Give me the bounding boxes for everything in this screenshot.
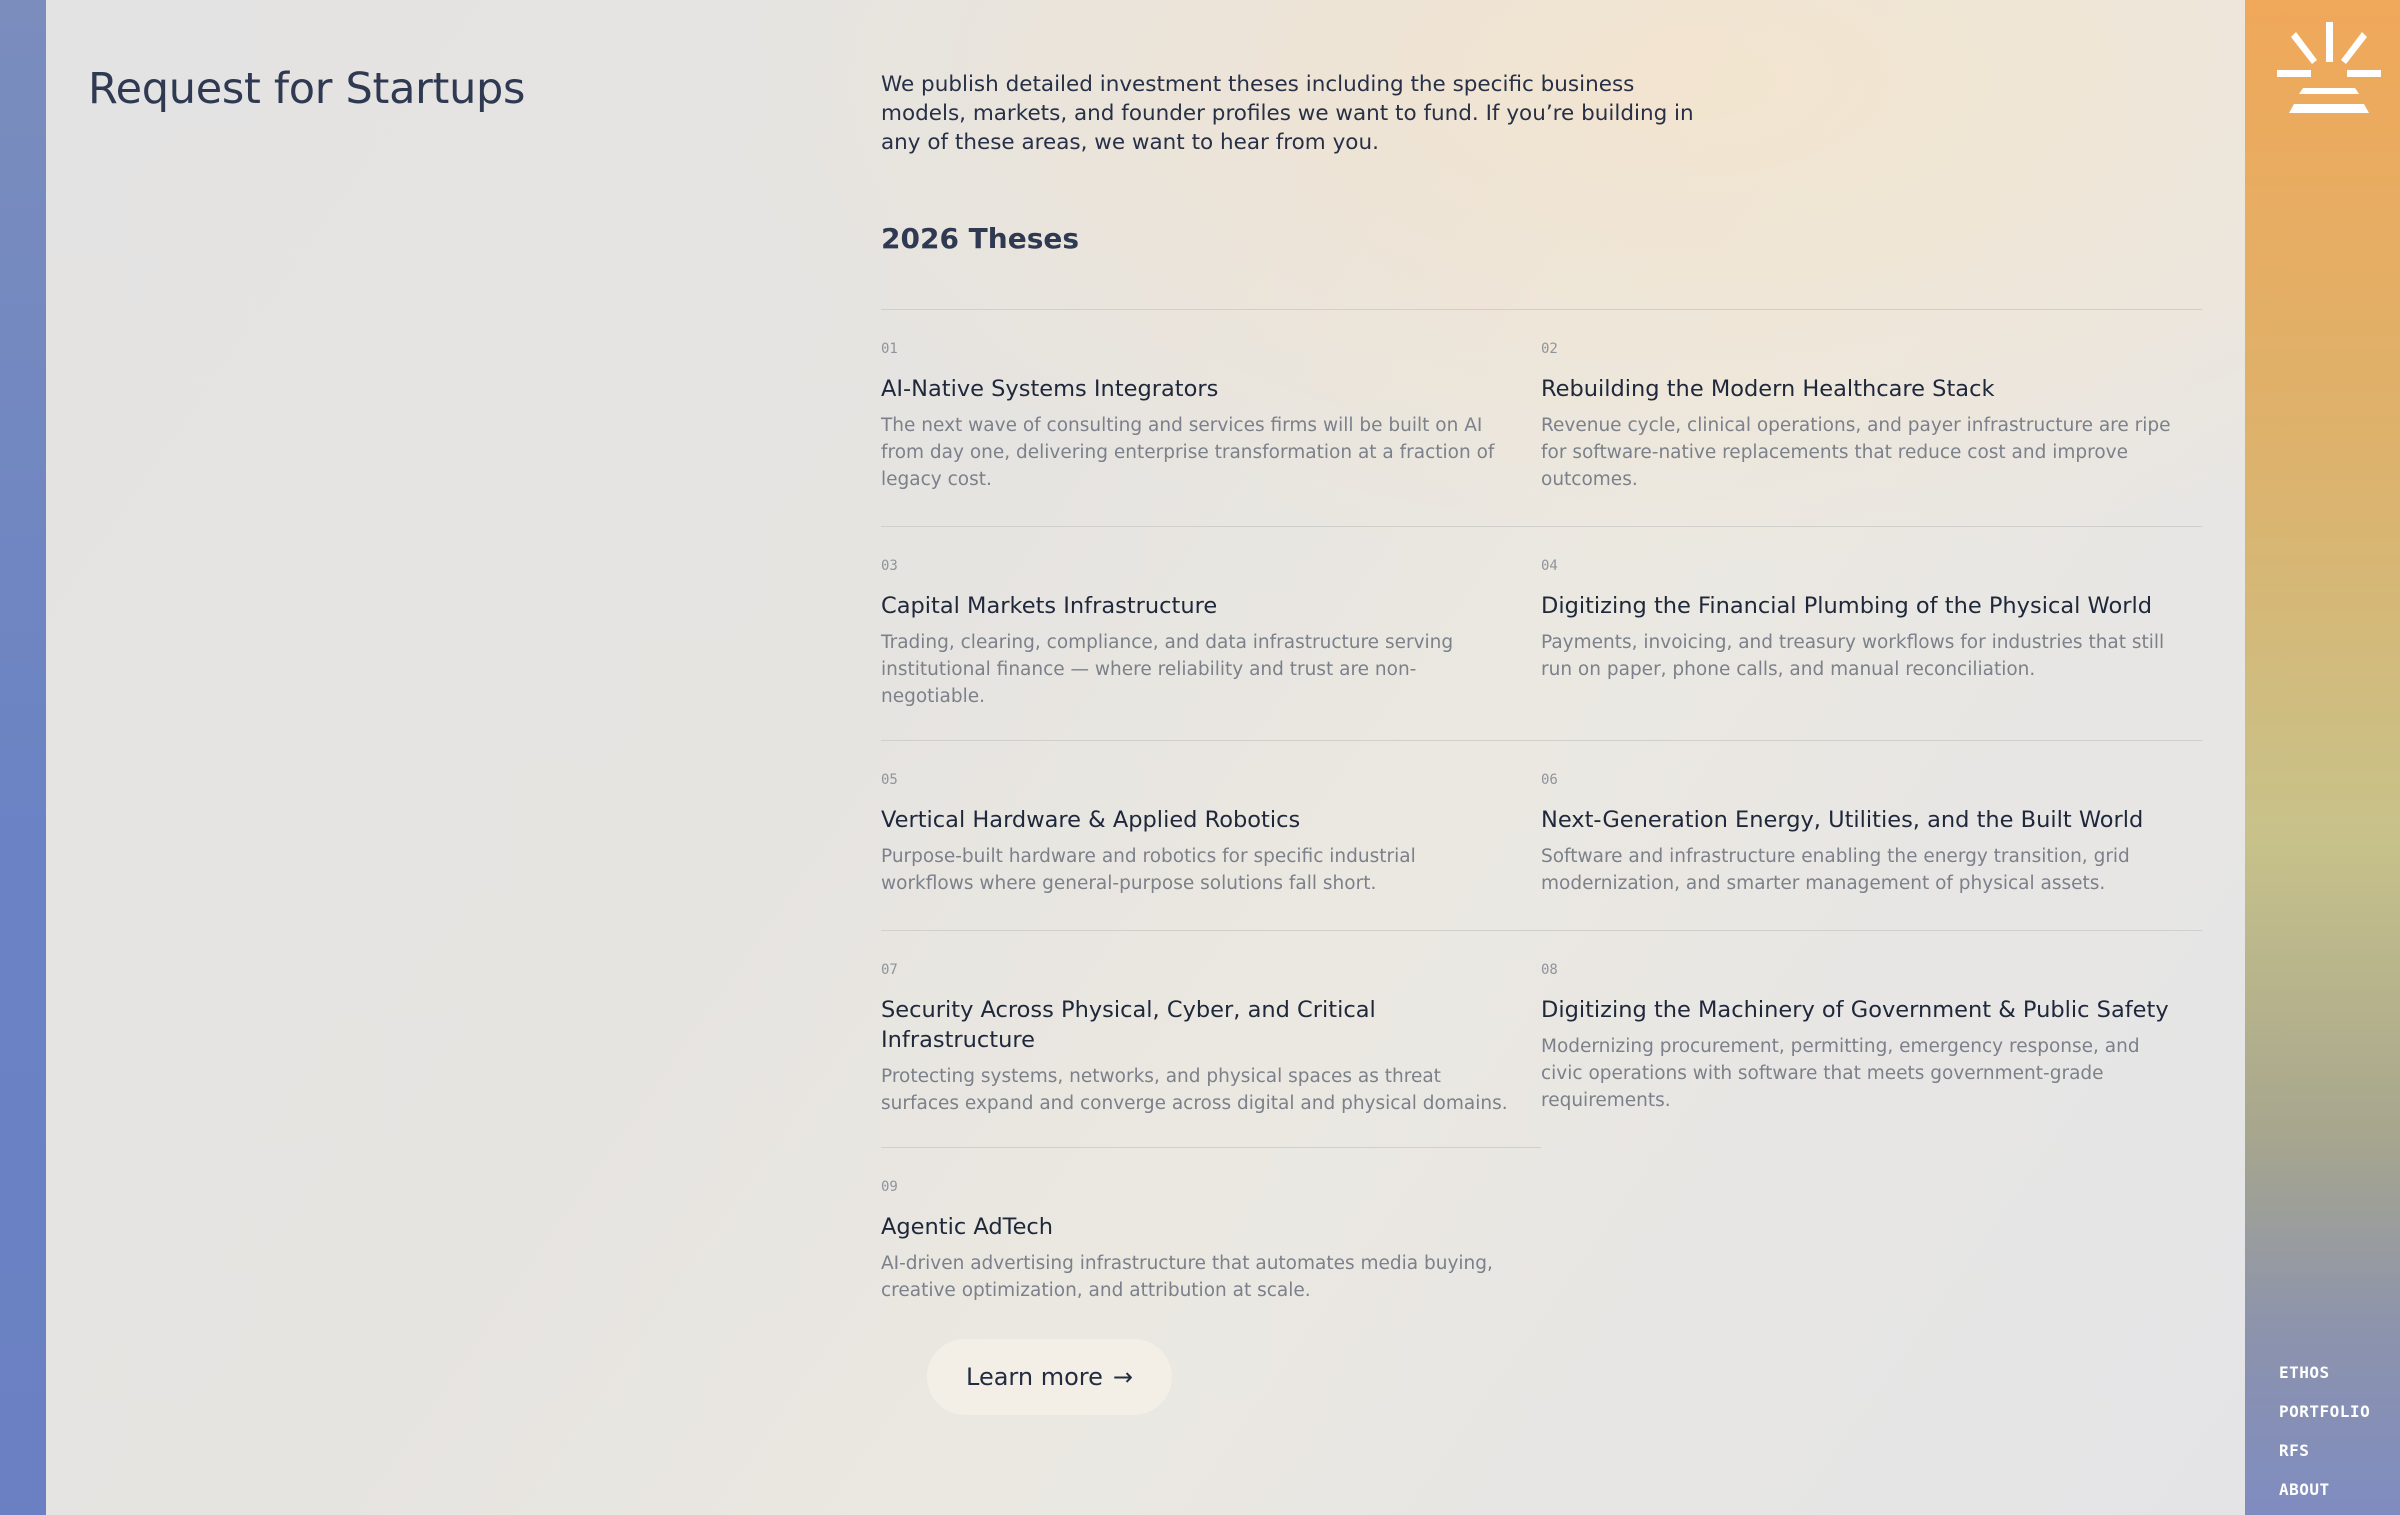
nav-item-ethos[interactable]: ETHOS	[2279, 1364, 2370, 1382]
thesis-number: 01	[881, 341, 898, 357]
main-content: Request for Startups We publish detailed…	[46, 0, 2245, 1515]
nav-item-about[interactable]: ABOUT	[2279, 1481, 2370, 1499]
thesis-description: Payments, invoicing, and treasury workfl…	[1541, 632, 2165, 680]
thesis-title: Agentic AdTech	[881, 1214, 1054, 1240]
nav-item-portfolio[interactable]: PORTFOLIO	[2279, 1403, 2370, 1421]
nav-item-rfs[interactable]: RFS	[2279, 1442, 2370, 1460]
thesis-number: 03	[881, 558, 898, 574]
page-title: Request for Startups	[88, 64, 526, 114]
theses-grid: 01 AI-Native Systems Integrators The nex…	[881, 309, 2202, 1337]
thesis-card[interactable]: 04 Digitizing the Financial Plumbing of …	[1541, 526, 2202, 740]
thesis-number: 06	[1541, 772, 1558, 788]
thesis-card[interactable]: 07 Security Across Physical, Cyber, and …	[881, 930, 1541, 1147]
thesis-title: Digitizing the Machinery of Government &…	[1541, 997, 2169, 1023]
thesis-title: AI-Native Systems Integrators	[881, 376, 1219, 402]
thesis-number: 05	[881, 772, 898, 788]
thesis-title: Capital Markets Infrastructure	[881, 593, 1218, 619]
theses-heading: 2026 Theses	[881, 222, 1080, 255]
thesis-number: 07	[881, 962, 898, 978]
thesis-title: Next-Generation Energy, Utilities, and t…	[1541, 807, 2144, 833]
thesis-number: 08	[1541, 962, 1558, 978]
thesis-card[interactable]: 05 Vertical Hardware & Applied Robotics …	[881, 740, 1541, 930]
arrow-right-icon: →	[1112, 1363, 1133, 1391]
thesis-number: 09	[881, 1179, 898, 1195]
thesis-number: 02	[1541, 341, 1558, 357]
intro-paragraph: We publish detailed investment theses in…	[881, 72, 1694, 155]
right-sidebar: ETHOS PORTFOLIO RFS ABOUT	[2245, 0, 2400, 1515]
thesis-description: Modernizing procurement, permitting, eme…	[1541, 1036, 2140, 1111]
thesis-title: Rebuilding the Modern Healthcare Stack	[1541, 376, 1995, 402]
side-nav: ETHOS PORTFOLIO RFS ABOUT	[2279, 1364, 2370, 1499]
thesis-description: AI-driven advertising infrastructure tha…	[881, 1253, 1493, 1301]
thesis-description: The next wave of consulting and services…	[881, 415, 1495, 490]
learn-more-label: Learn more	[966, 1363, 1103, 1391]
thesis-description: Revenue cycle, clinical operations, and …	[1541, 415, 2171, 490]
thesis-title: Security Across Physical, Cyber, and Cri…	[881, 997, 1376, 1053]
thesis-description: Protecting systems, networks, and physic…	[881, 1066, 1508, 1114]
thesis-description: Software and infrastructure enabling the…	[1541, 846, 2130, 894]
thesis-description: Purpose-built hardware and robotics for …	[881, 846, 1416, 894]
thesis-number: 04	[1541, 558, 1558, 574]
thesis-title: Digitizing the Financial Plumbing of the…	[1541, 593, 2152, 619]
thesis-description: Trading, clearing, compliance, and data …	[881, 632, 1454, 707]
thesis-card[interactable]: 01 AI-Native Systems Integrators The nex…	[881, 309, 1541, 526]
learn-more-button[interactable]: Learn more →	[927, 1339, 1172, 1415]
thesis-card[interactable]: 02 Rebuilding the Modern Healthcare Stac…	[1541, 309, 2202, 526]
left-accent-bar	[0, 0, 46, 1515]
sunrise-logo-icon[interactable]	[2277, 20, 2381, 120]
thesis-card[interactable]: 06 Next-Generation Energy, Utilities, an…	[1541, 740, 2202, 930]
thesis-title: Vertical Hardware & Applied Robotics	[881, 807, 1301, 833]
thesis-card[interactable]: 09 Agentic AdTech AI-driven advertising …	[881, 1147, 1541, 1337]
thesis-card[interactable]: 08 Digitizing the Machinery of Governmen…	[1541, 930, 2202, 1147]
thesis-card[interactable]: 03 Capital Markets Infrastructure Tradin…	[881, 526, 1541, 740]
